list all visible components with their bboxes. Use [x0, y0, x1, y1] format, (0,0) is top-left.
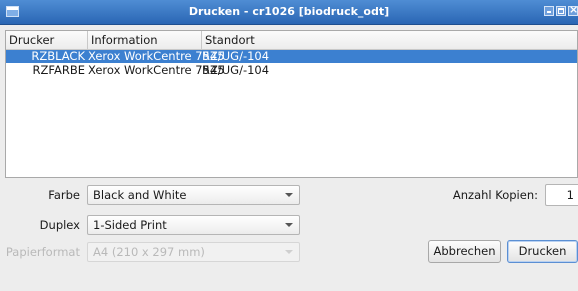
duplex-select[interactable]: 1-Sided Print	[87, 215, 300, 235]
maximize-icon[interactable]	[556, 6, 566, 16]
color-label: Farbe	[48, 188, 80, 202]
duplex-select-value: 1-Sided Print	[93, 218, 167, 232]
printer-name: RZFARBE	[32, 63, 85, 77]
title-bar: Drucken - cr1026 [biodruck_odt]	[0, 0, 578, 25]
printer-name: RZBLACK	[31, 49, 85, 63]
column-header-standort[interactable]: Standort	[202, 31, 577, 49]
column-header-information[interactable]: Information	[88, 31, 202, 49]
column-header-drucker[interactable]: Drucker	[6, 31, 88, 49]
window-title: Drucken - cr1026 [biodruck_odt]	[188, 5, 390, 18]
list-header: Drucker Information Standort	[6, 31, 577, 50]
color-select[interactable]: Black and White	[87, 185, 300, 205]
chevron-down-icon	[285, 223, 293, 227]
copies-label: Anzahl Kopien:	[452, 188, 538, 202]
duplex-label: Duplex	[39, 218, 80, 232]
print-button[interactable]: Drucken	[507, 240, 578, 263]
copies-value: 1	[566, 188, 574, 202]
paper-format-label: Papierformat	[5, 245, 80, 259]
color-select-value: Black and White	[93, 188, 187, 202]
chevron-down-icon	[285, 250, 293, 254]
printer-location: RZ/UG/-104	[202, 49, 270, 63]
printer-list[interactable]: Drucker Information Standort RZBLACK Xer…	[5, 30, 578, 178]
paper-format-value: A4 (210 x 297 mm)	[93, 245, 205, 259]
minimize-icon[interactable]	[544, 6, 554, 16]
paper-format-select: A4 (210 x 297 mm)	[87, 242, 300, 262]
chevron-down-icon	[285, 193, 293, 197]
cancel-button[interactable]: Abbrechen	[428, 240, 501, 263]
close-icon[interactable]	[568, 3, 578, 16]
copies-input[interactable]: 1	[545, 184, 578, 206]
printer-row-rzfarbe[interactable]: RZFARBE Xerox WorkCentre 7545 RZ/UG/-104	[6, 64, 577, 77]
printer-location: RZ/UG/-104	[202, 63, 270, 77]
printer-row-rzblack[interactable]: RZBLACK Xerox WorkCentre 7545 RZ/UG/-104	[6, 50, 577, 63]
